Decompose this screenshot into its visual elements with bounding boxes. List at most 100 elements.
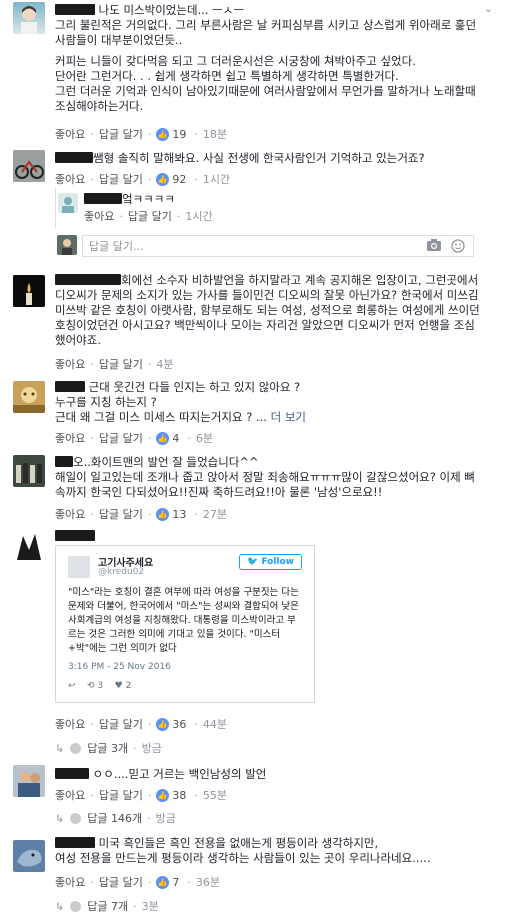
comment-text: 해일이 일고있는데 조개나 줍고 앉아서 정말 죄송해요ㅠㅠㅠ많이 갈잖으셨어요… <box>55 470 475 499</box>
redacted-name[interactable] <box>55 152 93 163</box>
reply-button[interactable]: 답글 달기 <box>99 874 143 890</box>
redacted-name[interactable] <box>55 456 73 467</box>
reply-arrow-icon: ↳ <box>55 741 65 755</box>
avatar[interactable] <box>13 840 45 872</box>
tweet-date: 3:16 PM - 25 Nov 2016 <box>68 662 171 672</box>
comment-text: 근대 웃긴건 다들 인지는 하고 있지 않아요 ? <box>88 380 301 394</box>
avatar[interactable] <box>13 455 45 487</box>
reply-arrow-icon: ↳ <box>55 811 65 825</box>
redacted-name[interactable] <box>55 530 95 541</box>
avatar <box>57 235 77 255</box>
view-replies[interactable]: ↳ 답글 146개 · 방금 <box>55 810 176 826</box>
comment-text: 단어란 그런거다. . . 쉽게 생각하면 쉽고 특별하게 생각하면 특별한거다… <box>55 69 399 83</box>
like-icon: 👍 <box>156 875 170 889</box>
avatar <box>68 556 90 578</box>
redacted-name[interactable] <box>55 4 95 15</box>
comment: 미국 흑인들은 흑인 전용을 없애는게 평등이라 생각하지만, 여성 전용을 만… <box>0 830 505 923</box>
like-button[interactable]: 좋아요 <box>55 356 85 372</box>
timestamp[interactable]: 18분 <box>203 126 227 142</box>
like-count[interactable]: 38 <box>172 789 186 802</box>
reply-icon[interactable]: ↩ <box>68 681 76 691</box>
avatar[interactable] <box>13 150 45 182</box>
like-button[interactable]: 좋아요 <box>55 716 85 732</box>
reply-button[interactable]: 답글 달기 <box>128 208 172 224</box>
comment-text: 커피는 니들이 갖다먹음 되고 그 더러운시선은 시궁창에 쳐박아주고 싶었다. <box>55 54 416 68</box>
like-icon: 👍 <box>156 431 170 445</box>
emoji-icon[interactable] <box>451 239 465 253</box>
comment: ㅇㅇ....믿고 거르는 백인남성의 발언 좋아요 · 답글 달기 · 👍 38 · 5… <box>0 760 505 835</box>
twitter-bird-icon: 🐦 <box>247 557 259 567</box>
reply-arrow-icon: ↳ <box>55 899 65 913</box>
reply-input-box[interactable] <box>82 235 474 257</box>
heart-icon[interactable]: ♥ <box>115 681 123 691</box>
reply-button[interactable]: 답글 달기 <box>99 430 143 446</box>
avatar[interactable] <box>58 193 78 213</box>
like-count[interactable]: 13 <box>172 508 186 521</box>
timestamp[interactable]: 1시간 <box>203 171 230 187</box>
like-count[interactable]: 7 <box>172 876 179 889</box>
comment-text: 쌤형 솔직히 말해봐요. 사실 전생에 한국사람인거 기억하고 있는거죠? <box>93 151 425 165</box>
like-button[interactable]: 좋아요 <box>55 126 85 142</box>
comment-text: 그런 더러운 기억과 인식이 남아있기때문에 여러사람앞에서 무언가를 말하거나… <box>55 84 476 113</box>
see-more-link[interactable]: 더 보기 <box>271 410 306 424</box>
like-icon: 👍 <box>156 172 170 186</box>
reply-button[interactable]: 답글 달기 <box>99 506 143 522</box>
like-button[interactable]: 좋아요 <box>84 208 114 224</box>
like-button[interactable]: 좋아요 <box>55 171 85 187</box>
timestamp[interactable]: 27분 <box>203 506 227 522</box>
avatar[interactable] <box>13 381 45 413</box>
reply-input[interactable] <box>83 236 403 256</box>
follow-button[interactable]: 🐦 Follow <box>239 554 302 570</box>
like-count[interactable]: 36 <box>172 718 186 731</box>
comment-text: 근대 왜 그걸 미스 미세스 따지는거지요 ? ... <box>55 410 267 424</box>
like-count[interactable]: 92 <box>172 173 186 186</box>
comment-text: 오..화이트맨의 발언 잘 들었습니다^^ <box>73 455 259 469</box>
comment-text: 미국 흑인들은 흑인 전용을 없애는게 평등이라 생각하지만, <box>98 836 379 850</box>
reply-button[interactable]: 답글 달기 <box>99 716 143 732</box>
view-replies[interactable]: ↳ 답글 7개 · 3분 <box>55 898 159 914</box>
comment: 근대 웃긴건 다들 인지는 하고 있지 않아요 ? 누구를 지칭 하는지 ? 근… <box>0 375 505 450</box>
like-count[interactable]: 19 <box>172 128 186 141</box>
like-button[interactable]: 좋아요 <box>55 787 85 803</box>
comment: 오..화이트맨의 발언 잘 들었습니다^^ 해일이 일고있는데 조개나 줍고 앉… <box>0 450 505 525</box>
avatar[interactable] <box>13 275 45 307</box>
timestamp[interactable]: 44분 <box>203 716 227 732</box>
embedded-tweet[interactable]: 고기사주세요 @kredu02 🐦 Follow "미스"라는 호칭이 결혼 여… <box>55 545 315 703</box>
reply-button[interactable]: 답글 달기 <box>99 171 143 187</box>
redacted-name[interactable] <box>84 193 122 204</box>
comment-text: 여성 전용을 만드는게 평등이라 생각하는 사람들이 있는 곳이 우리나라네요.… <box>55 851 431 865</box>
timestamp[interactable]: 4분 <box>156 356 173 372</box>
like-icon: 👍 <box>156 717 170 731</box>
like-count[interactable]: 4 <box>172 432 179 445</box>
timestamp[interactable]: 55분 <box>203 787 227 803</box>
view-replies[interactable]: ↳ 답글 3개 · 방금 <box>55 740 162 756</box>
avatar[interactable] <box>13 530 45 562</box>
redacted-name[interactable] <box>55 768 89 779</box>
reply-button[interactable]: 답글 달기 <box>99 787 143 803</box>
avatar[interactable] <box>13 2 45 34</box>
redacted-name[interactable] <box>55 274 121 285</box>
retweet-icon[interactable]: ⟲ <box>87 681 95 691</box>
reply-text: 엌ㅋㅋㅋㅋ <box>122 192 175 206</box>
reply-button[interactable]: 답글 달기 <box>99 126 143 142</box>
camera-icon[interactable] <box>427 239 441 251</box>
like-button[interactable]: 좋아요 <box>55 430 85 446</box>
chevron-down-icon[interactable]: ⌄ <box>484 2 493 15</box>
timestamp[interactable]: 36분 <box>196 874 220 890</box>
comment-text: 그리 불린적은 거의없다. 그리 부른사람은 날 커피심부름 시키고 상스럽게 … <box>55 18 477 47</box>
like-icon: 👍 <box>156 507 170 521</box>
redacted-name[interactable] <box>55 381 85 392</box>
comment: 회에선 소수자 비하발언을 하지말라고 계속 공지해온 입장이고, 그런곳에서 … <box>0 270 505 375</box>
comment-text: 누구를 지칭 하는지 ? <box>55 395 157 409</box>
comment-text: 나도 미스박이었는데... ㅡㅅㅡ <box>98 3 244 17</box>
like-icon: 👍 <box>156 127 170 141</box>
like-button[interactable]: 좋아요 <box>55 874 85 890</box>
tweet-handle: @kredu02 <box>98 567 145 577</box>
reply-button[interactable]: 답글 달기 <box>99 356 143 372</box>
redacted-name[interactable] <box>55 837 95 848</box>
avatar[interactable] <box>13 765 45 797</box>
like-button[interactable]: 좋아요 <box>55 506 85 522</box>
timestamp[interactable]: 1시간 <box>185 208 212 224</box>
like-icon: 👍 <box>156 788 170 802</box>
timestamp[interactable]: 6분 <box>196 430 213 446</box>
